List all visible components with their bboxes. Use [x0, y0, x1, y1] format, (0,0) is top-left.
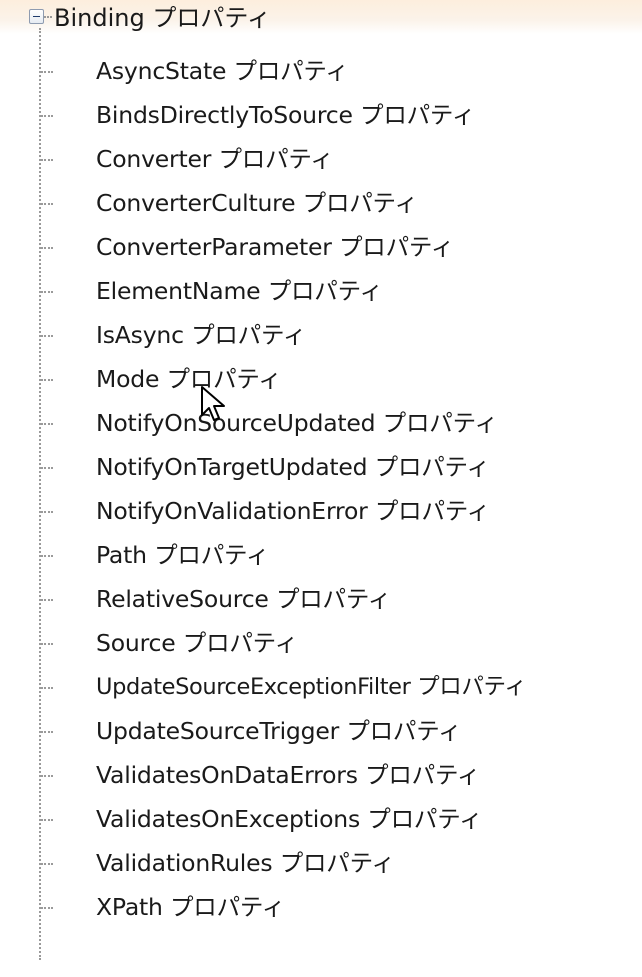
tree-item-label[interactable]: XPath プロパティ	[96, 892, 285, 922]
tree-item[interactable]: Converter プロパティ	[0, 138, 642, 180]
tree-item[interactable]: ElementName プロパティ	[0, 270, 642, 312]
tree-item[interactable]: UpdateSourceTrigger プロパティ	[0, 710, 642, 752]
tree-item[interactable]: ValidationRules プロパティ	[0, 842, 642, 884]
tree-connector	[41, 643, 53, 645]
tree-item-label[interactable]: IsAsync プロパティ	[96, 320, 306, 350]
tree-item-label[interactable]: ValidatesOnDataErrors プロパティ	[96, 760, 480, 790]
tree-connector	[41, 203, 53, 205]
tree-item[interactable]: ConverterParameter プロパティ	[0, 226, 642, 268]
tree-item-label[interactable]: ConverterParameter プロパティ	[96, 232, 454, 262]
tree-item[interactable]: Source プロパティ	[0, 622, 642, 664]
tree-connector	[41, 159, 53, 161]
tree-connector	[41, 511, 53, 513]
tree-item[interactable]: NotifyOnSourceUpdated プロパティ	[0, 402, 642, 444]
tree-connector	[41, 379, 53, 381]
tree-item-label[interactable]: ValidatesOnExceptions プロパティ	[96, 804, 483, 834]
tree-item[interactable]: ValidatesOnExceptions プロパティ	[0, 798, 642, 840]
tree-node-label[interactable]: Binding プロパティ	[54, 3, 271, 33]
mouse-pointer-icon	[201, 386, 225, 421]
tree-item-label[interactable]: ValidationRules プロパティ	[96, 848, 395, 878]
tree-item-label[interactable]: NotifyOnValidationError プロパティ	[96, 496, 490, 526]
tree-item[interactable]: Path プロパティ	[0, 534, 642, 576]
tree-item[interactable]: RelativeSource プロパティ	[0, 578, 642, 620]
tree-item-label[interactable]: UpdateSourceExceptionFilter プロパティ	[96, 672, 527, 702]
tree-item-label[interactable]: RelativeSource プロパティ	[96, 584, 391, 614]
tree-item-label[interactable]: NotifyOnSourceUpdated プロパティ	[96, 408, 498, 438]
tree-item-label[interactable]: Converter プロパティ	[96, 144, 334, 174]
tree-connector	[41, 291, 53, 293]
tree-item-label[interactable]: NotifyOnTargetUpdated プロパティ	[96, 452, 490, 482]
tree-item[interactable]: ValidatesOnDataErrors プロパティ	[0, 754, 642, 796]
tree-item[interactable]: UpdateSourceExceptionFilter プロパティ	[0, 666, 642, 708]
tree-connector	[41, 687, 53, 689]
tree-item-label[interactable]: ElementName プロパティ	[96, 276, 383, 306]
tree-connector	[41, 863, 53, 865]
tree-item-label[interactable]: Path プロパティ	[96, 540, 269, 570]
tree-item-label[interactable]: Source プロパティ	[96, 628, 298, 658]
tree-item[interactable]: XPath プロパティ	[0, 886, 642, 928]
collapse-minus-icon[interactable]	[29, 9, 44, 24]
tree-connector	[44, 16, 52, 18]
tree-item-label[interactable]: BindsDirectlyToSource プロパティ	[96, 100, 475, 130]
tree-connector	[41, 423, 53, 425]
tree-item[interactable]: BindsDirectlyToSource プロパティ	[0, 94, 642, 136]
tree-item-label[interactable]: AsyncState プロパティ	[96, 56, 349, 86]
tree-item[interactable]: IsAsync プロパティ	[0, 314, 642, 356]
tree-connector	[41, 555, 53, 557]
tree-connector	[41, 731, 53, 733]
tree-item[interactable]: Mode プロパティ	[0, 358, 642, 400]
property-tree: Binding プロパティ AsyncState プロパティ BindsDire…	[0, 0, 642, 977]
tree-connector	[41, 599, 53, 601]
tree-item[interactable]: AsyncState プロパティ	[0, 50, 642, 92]
tree-item[interactable]: NotifyOnTargetUpdated プロパティ	[0, 446, 642, 488]
tree-connector	[41, 335, 53, 337]
tree-connector	[41, 115, 53, 117]
tree-connector	[41, 71, 53, 73]
tree-connector	[41, 907, 53, 909]
tree-connector	[41, 775, 53, 777]
tree-node-binding[interactable]: Binding プロパティ	[0, 0, 642, 42]
tree-item-label[interactable]: ConverterCulture プロパティ	[96, 188, 418, 218]
tree-item[interactable]: NotifyOnValidationError プロパティ	[0, 490, 642, 532]
tree-connector	[41, 467, 53, 469]
tree-connector	[41, 819, 53, 821]
tree-item-label[interactable]: UpdateSourceTrigger プロパティ	[96, 716, 462, 746]
tree-item[interactable]: ConverterCulture プロパティ	[0, 182, 642, 224]
tree-connector	[41, 247, 53, 249]
tree-item-label[interactable]: Mode プロパティ	[96, 364, 282, 394]
